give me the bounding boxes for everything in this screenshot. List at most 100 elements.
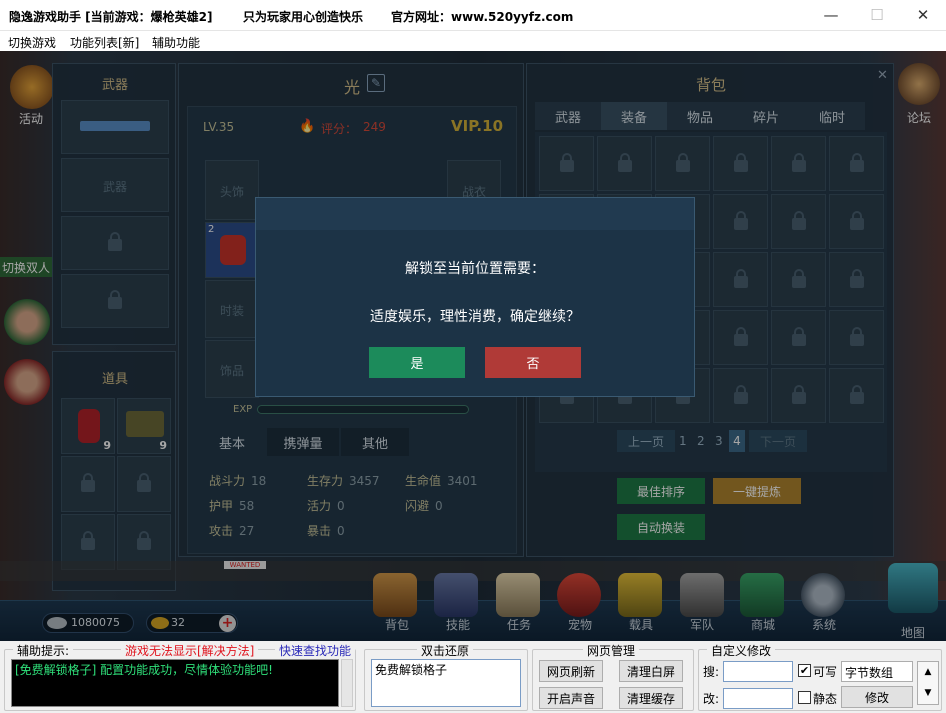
bag-slot[interactable]	[713, 252, 768, 307]
bag-slot[interactable]	[771, 368, 826, 423]
bag-prev-page[interactable]: 上一页	[617, 430, 675, 452]
window-slogan: 只为玩家用心创造快乐	[243, 10, 364, 24]
bag-slot[interactable]	[539, 136, 594, 191]
clear-cache-button[interactable]: 清理缓存	[619, 687, 683, 709]
weapon-slot-2[interactable]: 武器	[61, 158, 169, 212]
item-slot-potion[interactable]: 9	[61, 398, 115, 454]
ornament-slot[interactable]: 饰品	[205, 340, 259, 398]
best-sort-button[interactable]: 最佳排序	[617, 478, 705, 504]
type-spinner[interactable]: ▲ ▼	[917, 661, 939, 705]
nav-pet[interactable]: 宠物	[555, 616, 605, 633]
nav-bag[interactable]: 背包	[372, 616, 422, 633]
close-button[interactable]: ✕	[900, 0, 946, 30]
fashion-slot[interactable]: 时装	[205, 280, 259, 338]
nav-system[interactable]: 系统	[799, 616, 849, 633]
bag-tab-fragments[interactable]: 碎片	[733, 102, 799, 130]
bag-slot[interactable]	[771, 194, 826, 249]
glove-slot[interactable]: 2	[205, 222, 259, 278]
clear-white-button[interactable]: 清理白屏	[619, 660, 683, 682]
auto-equip-button[interactable]: 自动换装	[617, 514, 705, 540]
modify-input[interactable]	[723, 688, 793, 709]
log-scrollbar[interactable]	[341, 659, 353, 707]
window-website: 官方网址：www.520yyfz.com	[391, 10, 574, 24]
restore-list[interactable]: 免费解锁格子	[371, 659, 521, 707]
task-nav-icon[interactable]	[496, 573, 540, 617]
item-count: 9	[103, 439, 111, 452]
nav-army[interactable]: 军队	[677, 616, 727, 633]
bag-page-1[interactable]: 1	[679, 434, 687, 448]
vehicle-nav-icon[interactable]	[618, 573, 662, 617]
nav-task[interactable]: 任务	[494, 616, 544, 633]
bag-page-current[interactable]: 4	[729, 430, 745, 452]
menu-feature-list[interactable]: 功能列表[新]	[70, 34, 139, 51]
dialog-no-button[interactable]: 否	[485, 347, 581, 378]
head-slot[interactable]: 头饰	[205, 160, 259, 220]
type-select[interactable]: 字节数组	[841, 661, 913, 682]
modify-button[interactable]: 修改	[841, 686, 913, 708]
restore-list-item[interactable]: 免费解锁格子	[375, 661, 517, 678]
nav-skill[interactable]: 技能	[433, 616, 483, 633]
weapon-slot-4[interactable]	[61, 274, 169, 328]
item-slot-ammo[interactable]: 9	[117, 398, 171, 454]
add-gold-icon[interactable]: +	[219, 615, 236, 632]
web-refresh-button[interactable]: 网页刷新	[539, 660, 603, 682]
shop-nav-icon[interactable]	[740, 573, 784, 617]
maximize-button[interactable]: ☐	[854, 0, 900, 30]
nav-vehicle[interactable]: 载具	[616, 616, 666, 633]
bag-tab-weapon[interactable]: 武器	[535, 102, 601, 130]
skill-nav-icon[interactable]	[434, 573, 478, 617]
bag-slot[interactable]	[713, 136, 768, 191]
bag-page-3[interactable]: 3	[715, 434, 723, 448]
tab-other[interactable]: 其他	[341, 428, 409, 456]
bag-slot[interactable]	[771, 310, 826, 365]
bag-slot[interactable]	[829, 136, 884, 191]
bag-slot[interactable]	[713, 194, 768, 249]
bag-slot[interactable]	[771, 252, 826, 307]
quick-find-link[interactable]: 快速查找功能	[275, 642, 356, 659]
nav-shop[interactable]: 商城	[738, 616, 788, 633]
sound-on-button[interactable]: 开启声音	[539, 687, 603, 709]
bag-tab-items[interactable]: 物品	[667, 102, 733, 130]
bag-slot[interactable]	[771, 136, 826, 191]
pet-nav-icon[interactable]	[557, 573, 601, 617]
nav-map[interactable]: 地图	[893, 624, 933, 641]
one-click-refine-button[interactable]: 一键提炼	[713, 478, 801, 504]
bag-slot[interactable]	[829, 368, 884, 423]
switch-dual-button[interactable]: 切换双人	[0, 257, 52, 277]
writable-checkbox[interactable]: ✔	[798, 664, 811, 677]
tab-basic[interactable]: 基本	[199, 428, 265, 456]
menu-switch-game[interactable]: 切换游戏	[8, 34, 56, 51]
item-slot-3[interactable]	[61, 456, 115, 512]
bag-slot[interactable]	[713, 310, 768, 365]
dialog-yes-button[interactable]: 是	[369, 347, 465, 378]
army-nav-icon[interactable]	[680, 573, 724, 617]
character-avatar-2[interactable]	[4, 359, 50, 405]
bag-tab-equipment[interactable]: 装备	[601, 102, 667, 130]
edit-name-icon[interactable]: ✎	[367, 74, 385, 92]
weapon-slot-equipped[interactable]	[61, 100, 169, 154]
item-slot-4[interactable]	[117, 456, 171, 512]
bag-tab-temporary[interactable]: 临时	[799, 102, 865, 130]
bag-page-2[interactable]: 2	[697, 434, 705, 448]
character-avatar-1[interactable]	[4, 299, 50, 345]
system-nav-icon[interactable]	[801, 573, 845, 617]
search-input[interactable]	[723, 661, 793, 682]
menu-assist[interactable]: 辅助功能	[152, 34, 200, 51]
bag-slot[interactable]	[829, 310, 884, 365]
no-display-fix-link[interactable]: 游戏无法显示[解决方法]	[121, 642, 259, 659]
bag-slot[interactable]	[713, 368, 768, 423]
bag-nav-icon[interactable]	[373, 573, 417, 617]
tab-ammo[interactable]: 携弹量	[267, 428, 339, 456]
forum-icon[interactable]	[898, 63, 940, 105]
bag-slot[interactable]	[655, 136, 710, 191]
bag-next-page[interactable]: 下一页	[749, 430, 807, 452]
map-icon[interactable]	[888, 563, 938, 613]
bag-slot[interactable]	[597, 136, 652, 191]
bag-slot[interactable]	[829, 194, 884, 249]
static-checkbox[interactable]	[798, 691, 811, 704]
weapon-slot-3[interactable]	[61, 216, 169, 270]
bag-close-icon[interactable]: ✕	[877, 68, 888, 83]
bag-slot[interactable]	[829, 252, 884, 307]
minimize-button[interactable]: —	[808, 0, 854, 30]
activity-icon[interactable]	[10, 65, 54, 109]
